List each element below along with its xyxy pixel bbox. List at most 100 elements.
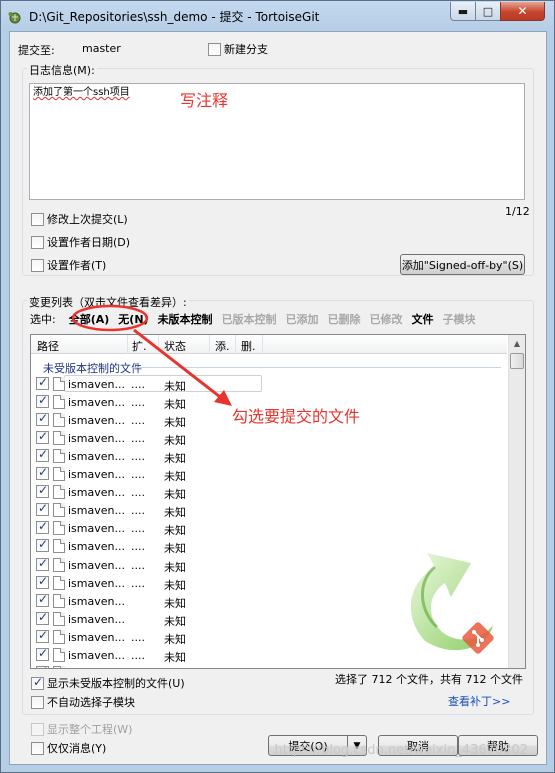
set-author-date-label: 设置作者日期(D) bbox=[47, 236, 131, 249]
no-auto-submodule-checkbox[interactable]: 不自动选择子模块 bbox=[31, 694, 135, 710]
file-status: 未知 bbox=[164, 542, 186, 556]
file-checkbox[interactable] bbox=[36, 447, 49, 463]
file-icon bbox=[53, 395, 65, 410]
file-extension: .... bbox=[131, 450, 145, 464]
show-unversioned-check-icon[interactable] bbox=[31, 675, 44, 690]
message-only-check-icon[interactable] bbox=[31, 741, 44, 755]
filter-modified[interactable]: 已修改 bbox=[370, 311, 403, 327]
file-icon bbox=[53, 611, 65, 626]
file-path: ismaven... bbox=[68, 612, 125, 626]
window-title: D:\Git_Repositories\ssh_demo - 提交 - Tort… bbox=[29, 10, 320, 24]
filter-files[interactable]: 文件 bbox=[412, 311, 434, 327]
signed-off-by-button[interactable]: 添加"Signed-off-by"(S) bbox=[400, 254, 525, 275]
file-icon bbox=[53, 557, 65, 572]
file-status: 未知 bbox=[164, 434, 186, 448]
set-author-checkbox[interactable]: 设置作者(T) bbox=[31, 257, 106, 273]
list-header: 路径 扩. 状态 添. 删. bbox=[31, 335, 507, 354]
file-status: 未知 bbox=[164, 524, 186, 538]
table-row[interactable]: ismaven.......未知 bbox=[31, 429, 507, 447]
table-row[interactable]: ismaven.......未知 bbox=[31, 664, 507, 668]
minimize-icon: ▬ bbox=[457, 4, 469, 18]
list-scrollbar[interactable]: ▲ bbox=[508, 335, 525, 668]
scroll-thumb[interactable] bbox=[510, 353, 524, 369]
changed-files-list[interactable]: 路径 扩. 状态 添. 删. 未受版本控制的文件 ismaven.......未… bbox=[30, 334, 526, 669]
file-checkbox[interactable] bbox=[36, 537, 49, 553]
minimize-button[interactable]: ▬ bbox=[450, 2, 476, 21]
file-checkbox[interactable] bbox=[36, 411, 49, 427]
file-extension: .... bbox=[131, 630, 145, 644]
file-path: ismaven... bbox=[68, 576, 125, 590]
table-row[interactable]: ismaven.......未知 bbox=[31, 465, 507, 483]
close-icon: ✕ bbox=[517, 4, 528, 18]
show-unversioned-label: 显示未受版本控制的文件(U) bbox=[47, 677, 185, 690]
file-icon bbox=[53, 629, 65, 644]
file-checkbox[interactable] bbox=[36, 628, 49, 643]
view-patch-link[interactable]: 查看补丁>> bbox=[448, 693, 510, 709]
table-row[interactable]: ismaven.......未知 bbox=[31, 483, 507, 501]
file-checkbox[interactable] bbox=[36, 501, 49, 517]
file-icon bbox=[53, 503, 65, 518]
file-checkbox[interactable] bbox=[36, 519, 49, 535]
file-checkbox[interactable] bbox=[36, 375, 49, 390]
scroll-up-icon[interactable]: ▲ bbox=[509, 335, 525, 352]
no-auto-submodule-check-icon[interactable] bbox=[31, 695, 44, 709]
filter-deleted[interactable]: 已删除 bbox=[328, 311, 361, 327]
maximize-icon: □ bbox=[482, 4, 494, 18]
file-icon bbox=[53, 521, 65, 536]
set-author-date-check-icon[interactable] bbox=[31, 235, 44, 249]
file-extension: .... bbox=[131, 558, 145, 572]
log-message-input[interactable]: 添加了第一个ssh项目 bbox=[29, 83, 525, 200]
file-icon bbox=[53, 593, 65, 608]
file-checkbox[interactable] bbox=[36, 556, 49, 571]
new-branch-label: 新建分支 bbox=[224, 43, 268, 56]
table-row[interactable]: ismaven.......未知 bbox=[31, 519, 507, 537]
amend-checkbox[interactable]: 修改上次提交(L) bbox=[31, 211, 128, 227]
maximize-button[interactable]: □ bbox=[475, 2, 501, 21]
file-checkbox[interactable] bbox=[36, 610, 49, 625]
title-bar: D:\Git_Repositories\ssh_demo - 提交 - Tort… bbox=[1, 1, 554, 31]
show-whole-project-label: 显示整个工程(W) bbox=[47, 723, 133, 736]
close-button[interactable]: ✕ bbox=[500, 2, 545, 21]
file-path: ismaven... bbox=[68, 486, 125, 500]
tortoisegit-app-icon bbox=[8, 12, 21, 24]
file-path: ismaven... bbox=[68, 558, 125, 572]
file-icon bbox=[53, 431, 65, 446]
file-checkbox[interactable] bbox=[36, 592, 49, 607]
file-extension: .... bbox=[131, 648, 145, 662]
file-checkbox[interactable] bbox=[36, 465, 49, 481]
file-status: 未知 bbox=[164, 470, 186, 484]
column-path[interactable]: 路径 bbox=[37, 338, 59, 354]
file-extension: .... bbox=[131, 414, 145, 428]
set-author-check-icon[interactable] bbox=[31, 258, 44, 272]
file-path: ismaven... bbox=[68, 522, 125, 536]
file-checkbox[interactable] bbox=[36, 646, 49, 661]
select-files-annotation: 勾选要提交的文件 bbox=[232, 407, 361, 426]
file-status: 未知 bbox=[164, 667, 186, 668]
set-author-date-checkbox[interactable]: 设置作者日期(D) bbox=[31, 234, 130, 250]
file-icon bbox=[53, 485, 65, 500]
filter-added[interactable]: 已添加 bbox=[286, 311, 319, 327]
table-row[interactable]: ismaven.......未知 bbox=[31, 447, 507, 465]
message-only-checkbox[interactable]: 仅仅消息(Y) bbox=[31, 740, 106, 756]
file-checkbox[interactable] bbox=[36, 429, 49, 445]
file-checkbox[interactable] bbox=[36, 664, 49, 668]
table-row[interactable]: ismaven.......未知 bbox=[31, 501, 507, 519]
file-status: 未知 bbox=[164, 650, 186, 664]
show-unversioned-checkbox[interactable]: 显示未受版本控制的文件(U) bbox=[31, 675, 185, 691]
new-branch-check-icon[interactable] bbox=[208, 42, 221, 56]
file-icon bbox=[53, 467, 65, 482]
file-path: ismaven... bbox=[68, 450, 125, 464]
file-checkbox[interactable] bbox=[36, 483, 49, 499]
file-icon bbox=[53, 377, 65, 391]
amend-check-icon[interactable] bbox=[31, 212, 44, 226]
file-path: ismaven... bbox=[68, 468, 125, 482]
new-branch-checkbox[interactable]: 新建分支 bbox=[208, 41, 268, 57]
file-checkbox[interactable] bbox=[36, 574, 49, 589]
filter-submodules[interactable]: 子模块 bbox=[443, 311, 476, 327]
column-deleted[interactable]: 删. bbox=[241, 338, 256, 354]
table-row[interactable]: ismaven.......未知 bbox=[31, 375, 507, 393]
file-status: 未知 bbox=[164, 632, 186, 646]
file-path: ismaven... bbox=[68, 667, 125, 668]
column-divider bbox=[262, 335, 263, 354]
file-checkbox[interactable] bbox=[36, 393, 49, 409]
